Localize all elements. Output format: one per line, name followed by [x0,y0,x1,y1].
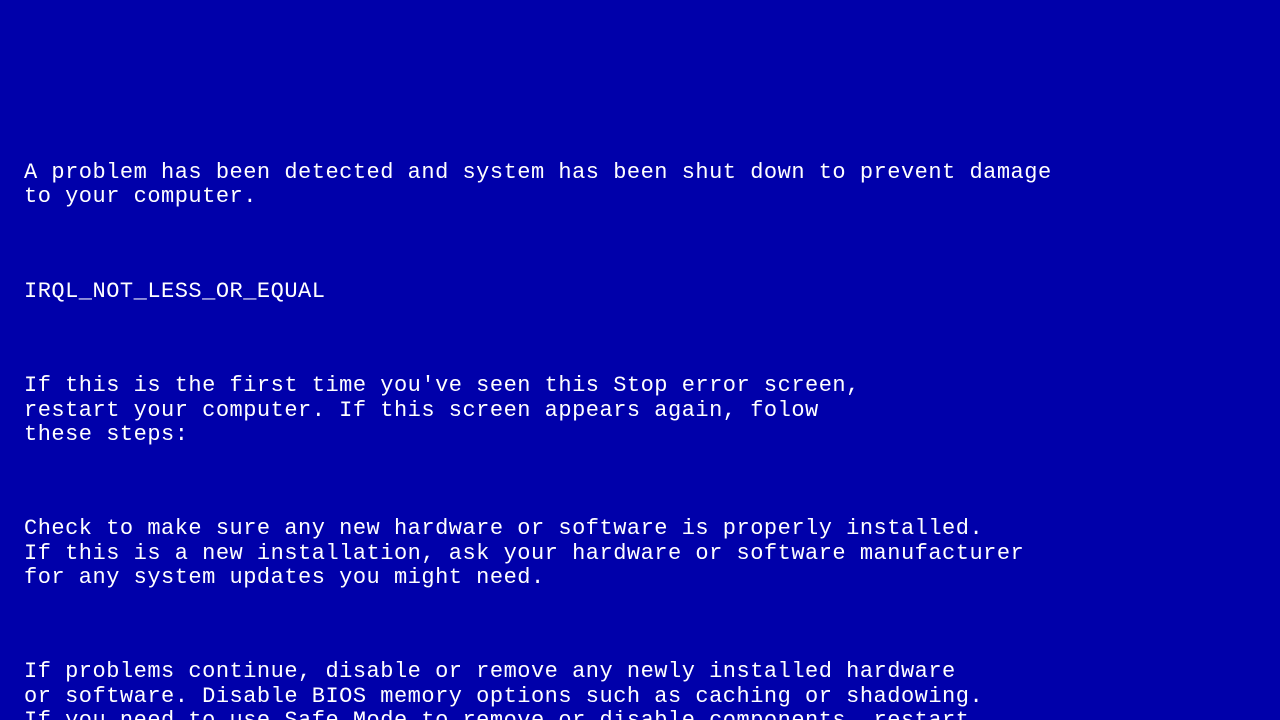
bsod-error-name: IRQL_NOT_LESS_OR_EQUAL [24,280,1256,304]
bsod-instruction-safemode: If problems continue, disable or remove … [24,660,1256,720]
bsod-screen: A problem has been detected and system h… [24,113,1256,720]
bsod-instruction-intro: If this is the first time you've seen th… [24,374,1256,447]
bsod-instruction-check: Check to make sure any new hardware or s… [24,517,1256,590]
bsod-header-text: A problem has been detected and system h… [24,161,1256,209]
